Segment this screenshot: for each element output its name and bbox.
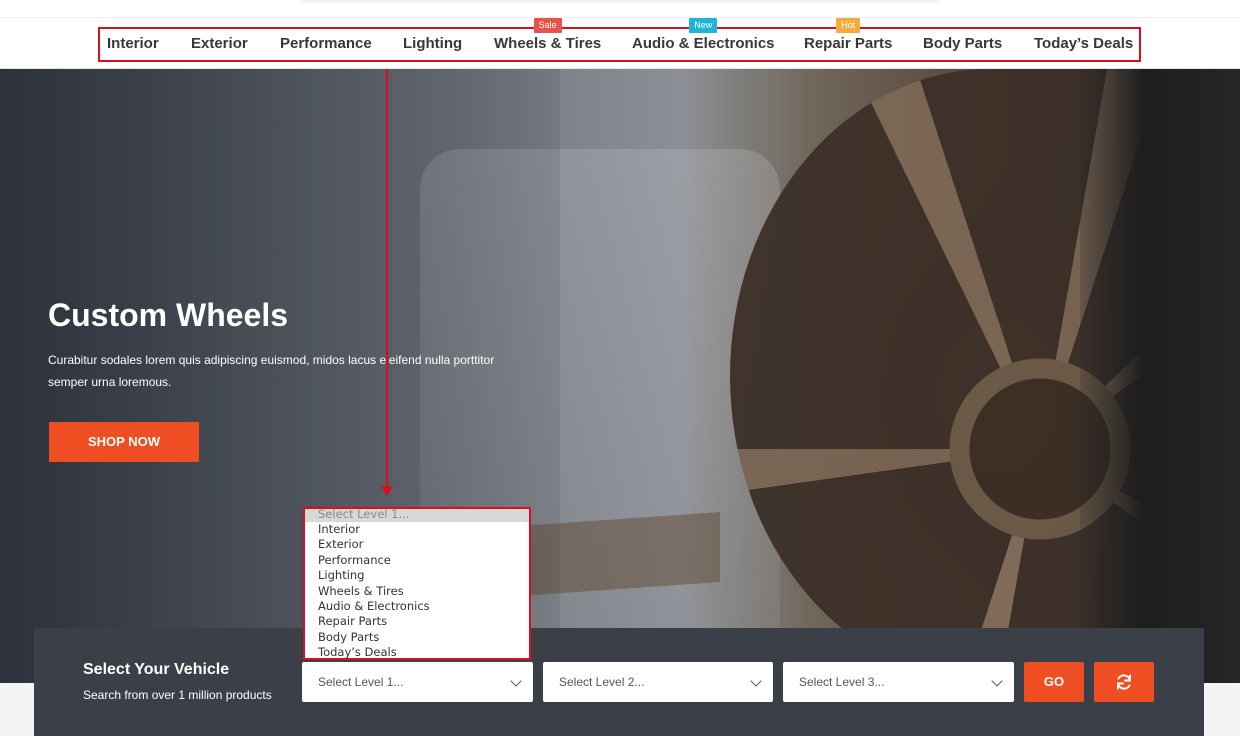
hero-title: Custom Wheels xyxy=(48,297,289,333)
annotation-arrow-head xyxy=(381,486,393,496)
nav-item-exterior[interactable]: Exterior xyxy=(191,35,248,52)
main-nav: Interior Exterior Performance Lighting S… xyxy=(0,18,1240,69)
vehicle-search-title: Select Your Vehicle xyxy=(83,661,230,678)
dropdown-option[interactable]: Exterior xyxy=(305,537,529,552)
nav-item-todays-deals[interactable]: Today’s Deals xyxy=(1034,35,1133,52)
nav-item-interior[interactable]: Interior xyxy=(107,35,159,52)
dropdown-option[interactable]: Wheels & Tires xyxy=(305,584,529,599)
nav-item-lighting[interactable]: Lighting xyxy=(403,35,462,52)
hero-description: Curabitur sodales lorem quis adipiscing … xyxy=(48,353,495,389)
dropdown-option[interactable]: Performance xyxy=(305,553,529,568)
nav-item-label: Interior xyxy=(107,35,159,52)
shop-now-button[interactable]: SHOP NOW xyxy=(49,422,199,462)
level2-select[interactable]: Select Level 2... xyxy=(543,662,773,702)
hero-banner: Custom Wheels Curabitur sodales lorem qu… xyxy=(0,69,1240,683)
dropdown-option[interactable]: Repair Parts xyxy=(305,614,529,629)
annotation-arrow xyxy=(386,69,388,489)
nav-item-performance[interactable]: Performance xyxy=(280,35,372,52)
reset-button[interactable] xyxy=(1094,662,1154,702)
refresh-icon xyxy=(1117,674,1131,690)
vehicle-search-subtitle: Search from over 1 million products xyxy=(83,688,272,702)
dropdown-option[interactable]: Audio & Electronics xyxy=(305,599,529,614)
chevron-down-icon xyxy=(750,675,762,687)
nav-item-repair-parts[interactable]: Hot Repair Parts xyxy=(804,18,893,52)
nav-item-label: Exterior xyxy=(191,35,248,52)
sale-badge: Sale xyxy=(533,18,562,33)
nav-item-label: Today’s Deals xyxy=(1034,35,1134,52)
top-strip xyxy=(0,0,1240,18)
nav-item-audio-electronics[interactable]: New Audio & Electronics xyxy=(632,18,775,52)
hot-badge: Hot xyxy=(836,18,861,33)
nav-item-label: Repair Parts xyxy=(804,35,893,52)
dropdown-option[interactable]: Today’s Deals xyxy=(305,645,529,658)
dropdown-option[interactable]: Interior xyxy=(305,522,529,537)
level3-select[interactable]: Select Level 3... xyxy=(783,662,1014,702)
page-gutter-left xyxy=(0,683,34,736)
nav-item-label: Lighting xyxy=(403,35,463,52)
chevron-down-icon xyxy=(510,675,522,687)
dropdown-option[interactable]: Lighting xyxy=(305,568,529,583)
top-shadow xyxy=(300,0,940,3)
new-badge: New xyxy=(689,18,718,33)
nav-item-label: Performance xyxy=(280,35,372,52)
level1-dropdown-list[interactable]: Select Level 1... Interior Exterior Perf… xyxy=(303,507,531,660)
nav-item-label: Wheels & Tires xyxy=(494,35,602,52)
nav-item-label: Body Parts xyxy=(923,35,1003,52)
nav-item-label: Audio & Electronics xyxy=(632,35,775,52)
level2-select-value: Select Level 2... xyxy=(559,675,645,689)
level1-select-value: Select Level 1... xyxy=(318,675,404,689)
dropdown-option-placeholder[interactable]: Select Level 1... xyxy=(305,509,529,522)
level3-select-value: Select Level 3... xyxy=(799,675,885,689)
hero-tire-image xyxy=(1080,69,1240,683)
level1-select[interactable]: Select Level 1... xyxy=(302,662,533,702)
page-gutter-right xyxy=(1204,683,1240,736)
vehicle-search-bar: Select Your Vehicle Search from over 1 m… xyxy=(34,628,1204,736)
chevron-down-icon xyxy=(991,675,1003,687)
nav-item-body-parts[interactable]: Body Parts xyxy=(923,35,1002,52)
dropdown-option[interactable]: Body Parts xyxy=(305,630,529,645)
go-button[interactable]: GO xyxy=(1024,662,1084,702)
nav-item-wheels-tires[interactable]: Sale Wheels & Tires xyxy=(494,18,602,52)
